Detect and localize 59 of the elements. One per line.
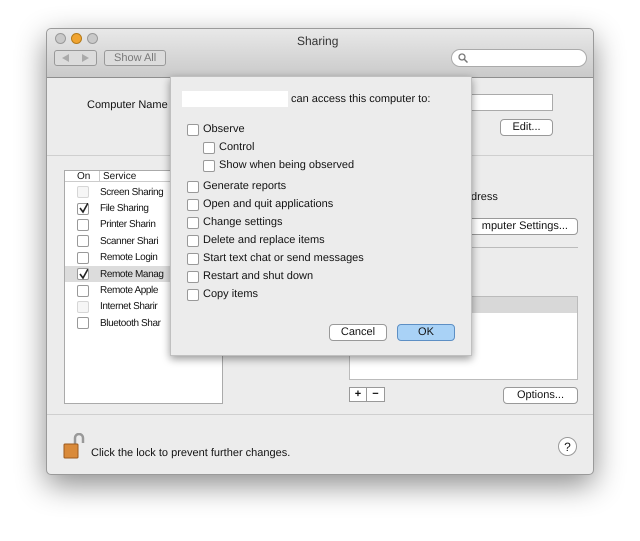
remove-button[interactable]: −: [367, 387, 385, 402]
service-name: Printer Sharin: [100, 218, 156, 232]
service-name: Screen Sharing: [100, 186, 164, 200]
checkbox[interactable]: [77, 202, 89, 215]
option-label[interactable]: Observe: [203, 121, 245, 138]
computer-name-field[interactable]: [471, 94, 553, 111]
column-header: On: [65, 171, 100, 181]
checkbox[interactable]: [77, 268, 89, 280]
checkbox[interactable]: [187, 270, 199, 282]
open-padlock-icon[interactable]: [63, 433, 85, 459]
address-text: dress: [471, 190, 498, 205]
minimize-button[interactable]: [71, 33, 82, 44]
checkbox[interactable]: [187, 124, 199, 136]
checkbox[interactable]: [77, 235, 89, 248]
back-forward-control[interactable]: [54, 50, 97, 66]
close-button[interactable]: [55, 33, 66, 44]
checkbox[interactable]: [187, 252, 199, 264]
service-name: File Sharing: [100, 202, 149, 216]
service-name: Bluetooth Shar: [100, 316, 161, 331]
sheet-heading: can access this computer to:: [291, 92, 430, 107]
window-title: Sharing: [297, 33, 338, 50]
checkbox[interactable]: [187, 216, 199, 228]
zoom-button[interactable]: [87, 33, 98, 44]
checkbox[interactable]: [203, 160, 215, 172]
computer-name-label: Computer Name: [87, 98, 168, 113]
checkbox[interactable]: [77, 218, 89, 231]
cancel-button[interactable]: Cancel: [329, 324, 387, 341]
checkbox[interactable]: [187, 198, 199, 210]
option-label[interactable]: Generate reports: [203, 178, 286, 195]
option-label[interactable]: Show when being observed: [219, 157, 354, 174]
option-label[interactable]: Delete and replace items: [203, 232, 325, 249]
option-label[interactable]: Change settings: [203, 214, 282, 231]
service-name: Remote Apple: [100, 284, 158, 298]
ok-button[interactable]: OK: [397, 324, 455, 341]
service-name: Remote Manag: [100, 268, 164, 282]
checkbox[interactable]: [187, 234, 199, 246]
checkbox[interactable]: [203, 142, 215, 154]
search-field[interactable]: [451, 49, 587, 67]
service-name: Internet Sharir: [100, 300, 158, 314]
forward-icon: [82, 54, 90, 62]
checkbox[interactable]: [77, 284, 89, 297]
service-name: Scanner Shari: [100, 234, 158, 249]
option-label[interactable]: Copy items: [203, 286, 258, 303]
back-icon: [62, 54, 69, 62]
lock-status-text: Click the lock to prevent further changes.: [91, 446, 290, 461]
options-button[interactable]: Options...: [503, 387, 578, 404]
edit-button[interactable]: Edit...: [500, 119, 553, 136]
checkbox[interactable]: [187, 288, 199, 300]
service-name: Remote Login: [100, 251, 158, 266]
option-label[interactable]: Start text chat or send messages: [203, 250, 364, 267]
search-icon: [458, 53, 468, 63]
help-button[interactable]: ?: [558, 437, 577, 456]
checkbox[interactable]: [77, 317, 89, 330]
checkbox[interactable]: [187, 180, 199, 192]
option-label[interactable]: Open and quit applications: [203, 196, 334, 213]
checkbox[interactable]: [77, 252, 89, 264]
option-label[interactable]: Control: [219, 139, 254, 156]
column-header: Service: [102, 171, 136, 181]
add-button[interactable]: +: [349, 387, 367, 402]
